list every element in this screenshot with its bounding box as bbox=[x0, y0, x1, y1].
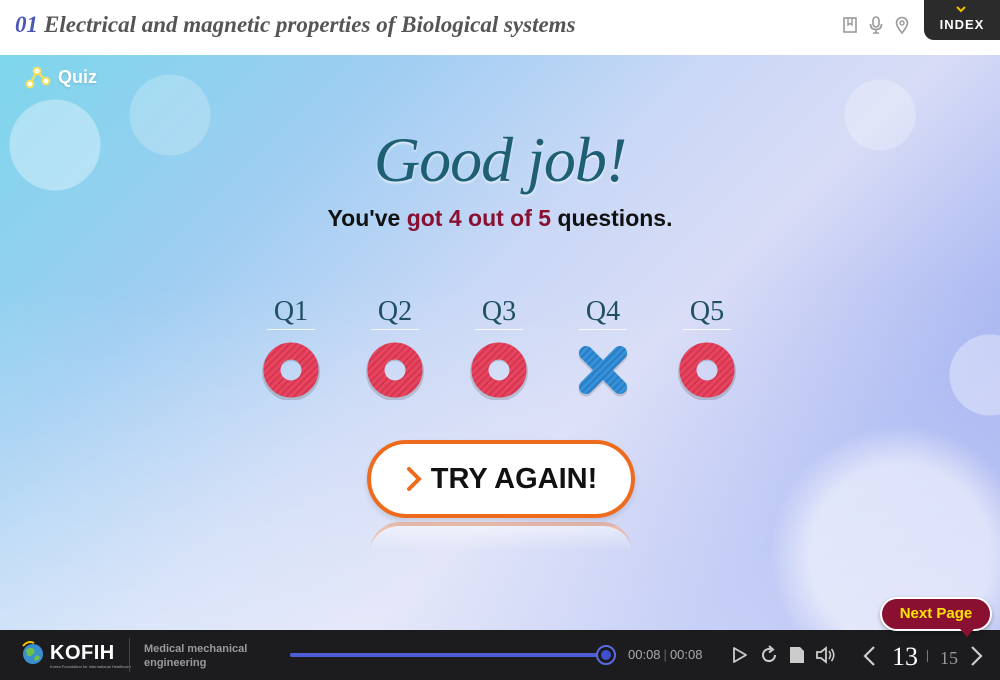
location-pin-icon[interactable] bbox=[894, 16, 910, 35]
question-result-2: Q2 bbox=[360, 295, 430, 400]
replay-icon[interactable] bbox=[759, 645, 779, 665]
question-results: Q1 Q2 Q3 Q4 Q5 bbox=[0, 295, 1000, 405]
progress-bar[interactable] bbox=[290, 645, 616, 665]
current-time: 00:08 bbox=[628, 647, 661, 662]
chapter-number: 01 bbox=[15, 12, 38, 37]
quiz-label: Quiz bbox=[24, 65, 97, 89]
chevron-right-icon bbox=[406, 467, 422, 491]
try-again-button[interactable]: TRY AGAIN! bbox=[367, 440, 635, 518]
question-label: Q4 bbox=[585, 296, 621, 327]
chevron-down-icon bbox=[956, 6, 966, 13]
score-suffix: questions. bbox=[557, 205, 673, 231]
score-summary: You've got 4 out of 5 questions. bbox=[0, 205, 1000, 232]
correct-circle-icon bbox=[262, 342, 320, 400]
correct-circle-icon bbox=[366, 342, 424, 400]
course-name: Medical mechanical engineering bbox=[144, 643, 248, 669]
total-time: 00:08 bbox=[669, 647, 703, 662]
chapter-title-text: Electrical and magnetic properties of Bi… bbox=[44, 12, 576, 37]
question-label: Q5 bbox=[689, 296, 725, 327]
question-result-4: Q4 bbox=[568, 295, 638, 400]
question-label: Q3 bbox=[481, 296, 517, 327]
question-result-1: Q1 bbox=[256, 295, 326, 400]
header-icons bbox=[842, 16, 910, 35]
kofih-logo: KOFIH Korea Foundation for International… bbox=[20, 640, 131, 669]
try-again-label: TRY AGAIN! bbox=[430, 462, 598, 495]
kofih-globe-icon bbox=[22, 641, 43, 664]
next-page-icon[interactable] bbox=[968, 645, 984, 667]
question-label: Q1 bbox=[273, 296, 309, 327]
current-page: 13 bbox=[892, 642, 918, 671]
stop-icon[interactable] bbox=[787, 645, 807, 665]
play-icon[interactable] bbox=[730, 645, 750, 665]
progress-handle[interactable] bbox=[596, 645, 616, 665]
microphone-icon[interactable] bbox=[868, 16, 884, 34]
try-again-reflection bbox=[370, 522, 632, 552]
bookmark-icon[interactable] bbox=[842, 16, 858, 34]
brand-name: KOFIH bbox=[50, 641, 115, 664]
chapter-title: 01 Electrical and magnetic properties of … bbox=[15, 12, 576, 38]
quiz-label-text: Quiz bbox=[58, 66, 97, 87]
time-display: 00:08 | 00:08 bbox=[628, 647, 703, 662]
correct-circle-icon bbox=[470, 342, 528, 400]
question-result-5: Q5 bbox=[672, 295, 742, 400]
incorrect-x-icon bbox=[578, 346, 628, 397]
question-label: Q2 bbox=[377, 296, 413, 327]
page-navigator: 13 15 bbox=[862, 640, 992, 672]
result-heading: Good job! bbox=[373, 124, 627, 195]
quiz-node-icon bbox=[25, 66, 51, 89]
prev-page-icon[interactable] bbox=[862, 645, 878, 667]
quiz-result-stage: Quiz Good job! You've got 4 out of 5 que… bbox=[0, 55, 1000, 630]
correct-circle-icon bbox=[678, 342, 736, 400]
index-label: INDEX bbox=[939, 17, 985, 32]
score-highlight: got 4 out of 5 bbox=[406, 205, 552, 231]
header-bar: 01 Electrical and magnetic properties of … bbox=[0, 0, 1000, 55]
index-button[interactable]: INDEX bbox=[924, 0, 1000, 40]
player-footer: KOFIH Korea Foundation for International… bbox=[0, 630, 1000, 680]
volume-icon[interactable] bbox=[815, 645, 835, 665]
brand-tagline: Korea Foundation for International Healt… bbox=[50, 664, 132, 669]
score-prefix: You've bbox=[327, 205, 401, 231]
next-page-label: Next Page bbox=[899, 605, 973, 622]
progress-fill bbox=[290, 653, 606, 657]
total-pages: 15 bbox=[940, 648, 958, 668]
question-result-3: Q3 bbox=[464, 295, 534, 400]
next-page-tooltip[interactable]: Next Page bbox=[880, 597, 992, 637]
